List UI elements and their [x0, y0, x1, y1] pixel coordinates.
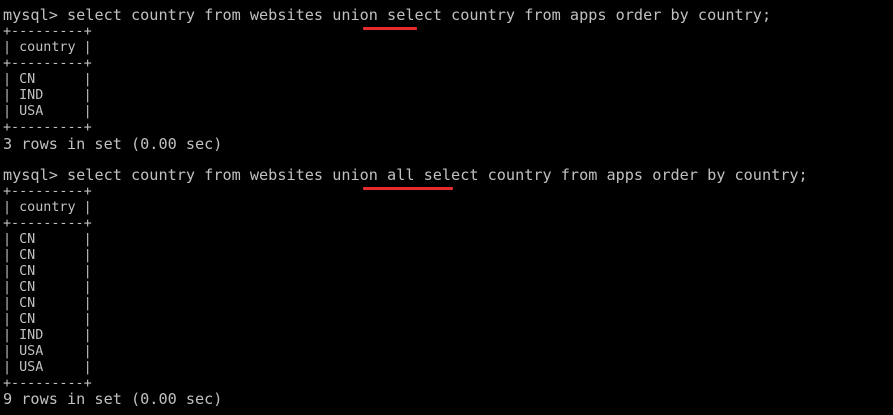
table-border: +---------+	[3, 56, 92, 71]
result-status: 9 rows in set (0.00 sec)	[3, 390, 223, 408]
table-row: | IND |	[3, 88, 92, 103]
table-border: +---------+	[3, 120, 92, 135]
table-row: | CN |	[3, 296, 92, 311]
union-all-highlight-underline	[363, 187, 453, 190]
table-row: | CN |	[3, 312, 92, 327]
command-line-2: mysql> select country from websites unio…	[3, 167, 808, 183]
mysql-prompt: mysql>	[3, 166, 68, 184]
table-row: | CN |	[3, 280, 92, 295]
sql-command-text: select country from websites	[67, 166, 333, 184]
table-row: | USA |	[3, 344, 92, 359]
union-all-keyword: union all	[332, 166, 415, 184]
terminal-window[interactable]: mysql> select country from websites unio…	[3, 0, 893, 415]
table-row: | CN |	[3, 264, 92, 279]
table-border: +---------+	[3, 184, 92, 199]
command-line-1: mysql> select country from websites unio…	[3, 7, 771, 23]
table-row: | USA |	[3, 360, 92, 375]
table-border: +---------+	[3, 216, 92, 231]
union-keyword: union	[332, 6, 378, 24]
table-header-row: | country |	[3, 200, 92, 215]
table-row: | CN |	[3, 248, 92, 263]
table-border: +---------+	[3, 24, 92, 39]
sql-command-text: select country from apps order by countr…	[377, 6, 772, 24]
table-row: | USA |	[3, 104, 92, 119]
sql-command-text: select country from websites	[67, 6, 333, 24]
table-row: | CN |	[3, 232, 92, 247]
union-highlight-underline	[363, 27, 417, 30]
result-status: 3 rows in set (0.00 sec)	[3, 135, 223, 153]
table-row: | IND |	[3, 328, 92, 343]
sql-command-text: select country from apps order by countr…	[414, 166, 808, 184]
table-row: | CN |	[3, 72, 92, 87]
mysql-prompt: mysql>	[3, 6, 68, 24]
table-header-row: | country |	[3, 40, 92, 55]
